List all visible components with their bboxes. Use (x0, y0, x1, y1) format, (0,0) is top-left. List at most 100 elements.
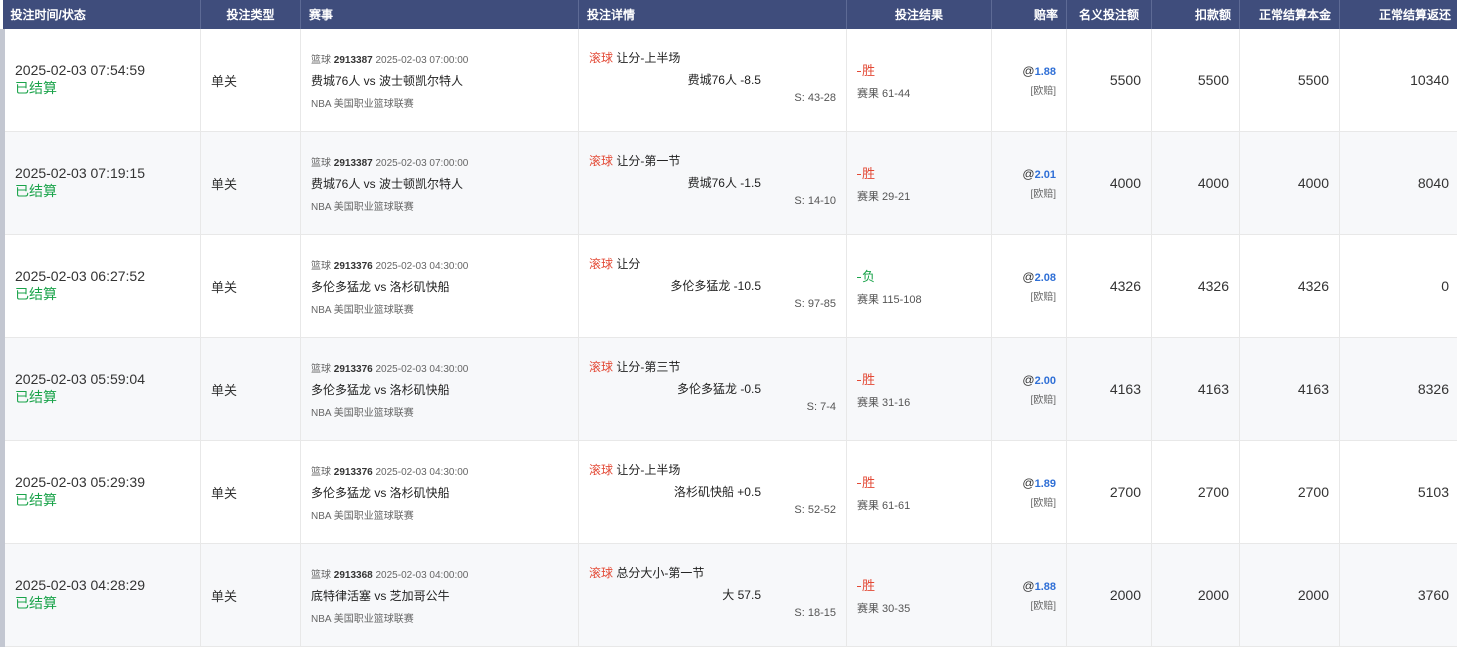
principal-amount: 5500 (1240, 29, 1340, 132)
market-name: 让分-第一节 (616, 154, 680, 168)
league-name: NBA 美国职业篮球联赛 (311, 610, 568, 625)
deduct-amount: 2000 (1152, 544, 1240, 647)
match-time: 2025-02-03 07:00:00 (376, 158, 469, 169)
col-header-deduct[interactable]: 扣款额 (1152, 0, 1240, 29)
odds-type: [欧赔] (1002, 185, 1056, 200)
bet-time: 2025-02-03 07:19:15 (15, 165, 190, 181)
return-amount: 0 (1340, 235, 1457, 338)
return-amount: 8326 (1340, 338, 1457, 441)
odds-cell: @2.00 [欧赔] (992, 338, 1067, 441)
sport-label: 篮球 (311, 364, 331, 375)
bet-time: 2025-02-03 07:54:59 (15, 62, 190, 78)
sport-label: 篮球 (311, 158, 331, 169)
col-header-type[interactable]: 投注类型 (201, 0, 301, 29)
bet-records-page: 投注时间/状态 投注类型 赛事 投注详情 投注结果 赔率 名义投注额 扣款额 正… (0, 0, 1457, 634)
table-body: 2025-02-03 07:54:59 已结算 单关 篮球 2913387 20… (3, 29, 1457, 647)
col-header-nominal[interactable]: 名义投注额 (1067, 0, 1152, 29)
result-dot-icon (857, 586, 861, 587)
sport-label: 篮球 (311, 261, 331, 272)
table-row[interactable]: 2025-02-03 04:28:29 已结算 单关 篮球 2913368 20… (3, 544, 1457, 647)
match-id: 2913376 (334, 261, 373, 272)
principal-amount: 4163 (1240, 338, 1340, 441)
nominal-amount: 2700 (1067, 441, 1152, 544)
bet-type: 单关 (201, 132, 301, 235)
match-teams[interactable]: 多伦多猛龙 vs 洛杉矶快船 (311, 484, 568, 501)
odds-type: [欧赔] (1002, 597, 1056, 612)
match-teams[interactable]: 多伦多猛龙 vs 洛杉矶快船 (311, 381, 568, 398)
principal-amount: 4326 (1240, 235, 1340, 338)
status-badge: 已结算 (15, 284, 190, 304)
market-name: 让分-上半场 (616, 51, 680, 65)
odds-value: 1.88 (1035, 66, 1056, 78)
col-header-result[interactable]: 投注结果 (847, 0, 992, 29)
result-cell: 负 赛果 115-108 (847, 235, 992, 338)
col-header-detail[interactable]: 投注详情 (579, 0, 847, 29)
table-row[interactable]: 2025-02-03 05:59:04 已结算 单关 篮球 2913376 20… (3, 338, 1457, 441)
match-teams[interactable]: 多伦多猛龙 vs 洛杉矶快船 (311, 278, 568, 295)
sport-label: 篮球 (311, 55, 331, 66)
odds-type: [欧赔] (1002, 494, 1056, 509)
bet-pick: 费城76人 -1.5 (688, 174, 761, 191)
table-row[interactable]: 2025-02-03 07:54:59 已结算 单关 篮球 2913387 20… (3, 29, 1457, 132)
col-header-time-status[interactable]: 投注时间/状态 (3, 0, 201, 29)
final-score: 赛果 115-108 (857, 291, 981, 307)
table-row[interactable]: 2025-02-03 06:27:52 已结算 单关 篮球 2913376 20… (3, 235, 1457, 338)
bet-pick: 多伦多猛龙 -10.5 (670, 277, 761, 294)
nominal-amount: 5500 (1067, 29, 1152, 132)
odds-cell: @2.01 [欧赔] (992, 132, 1067, 235)
detail-cell: 滚球 总分大小-第一节 大 57.5 S: 18-15 (579, 544, 847, 647)
market-name: 让分-第三节 (616, 360, 680, 374)
league-name: NBA 美国职业篮球联赛 (311, 301, 568, 316)
match-teams[interactable]: 费城76人 vs 波士顿凯尔特人 (311, 72, 568, 89)
final-score: 赛果 61-61 (857, 497, 981, 513)
time-status-cell: 2025-02-03 05:59:04 已结算 (3, 338, 201, 441)
result-label: 胜 (862, 63, 875, 78)
live-score: S: 97-85 (794, 298, 836, 310)
event-cell: 篮球 2913376 2025-02-03 04:30:00 多伦多猛龙 vs … (301, 338, 579, 441)
live-score: S: 7-4 (807, 401, 836, 413)
time-status-cell: 2025-02-03 05:29:39 已结算 (3, 441, 201, 544)
live-score: S: 52-52 (794, 504, 836, 516)
odds-at: @ (1022, 64, 1034, 78)
live-tag: 滚球 (589, 463, 613, 477)
principal-amount: 2000 (1240, 544, 1340, 647)
match-id: 2913368 (334, 570, 373, 581)
match-id: 2913376 (334, 364, 373, 375)
result-label: 胜 (862, 372, 875, 387)
odds-cell: @1.88 [欧赔] (992, 29, 1067, 132)
final-score: 赛果 61-44 (857, 85, 981, 101)
bet-time: 2025-02-03 05:29:39 (15, 474, 190, 490)
league-name: NBA 美国职业篮球联赛 (311, 404, 568, 419)
col-header-event[interactable]: 赛事 (301, 0, 579, 29)
col-header-return[interactable]: 正常结算返还 (1340, 0, 1457, 29)
time-status-cell: 2025-02-03 06:27:52 已结算 (3, 235, 201, 338)
result-dot-icon (857, 71, 861, 72)
status-badge: 已结算 (15, 387, 190, 407)
odds-at: @ (1022, 476, 1034, 490)
result-dot-icon (857, 380, 861, 381)
odds-cell: @1.88 [欧赔] (992, 544, 1067, 647)
final-score: 赛果 31-16 (857, 394, 981, 410)
table-row[interactable]: 2025-02-03 05:29:39 已结算 单关 篮球 2913376 20… (3, 441, 1457, 544)
result-label: 负 (862, 269, 875, 284)
principal-amount: 4000 (1240, 132, 1340, 235)
event-cell: 篮球 2913387 2025-02-03 07:00:00 费城76人 vs … (301, 132, 579, 235)
bet-records-table: 投注时间/状态 投注类型 赛事 投注详情 投注结果 赔率 名义投注额 扣款额 正… (0, 0, 1457, 647)
table-header: 投注时间/状态 投注类型 赛事 投注详情 投注结果 赔率 名义投注额 扣款额 正… (3, 0, 1457, 29)
col-header-odds[interactable]: 赔率 (992, 0, 1067, 29)
result-label: 胜 (862, 475, 875, 490)
league-name: NBA 美国职业篮球联赛 (311, 95, 568, 110)
nominal-amount: 4000 (1067, 132, 1152, 235)
table-row[interactable]: 2025-02-03 07:19:15 已结算 单关 篮球 2913387 20… (3, 132, 1457, 235)
odds-at: @ (1022, 167, 1034, 181)
sport-label: 篮球 (311, 467, 331, 478)
league-name: NBA 美国职业篮球联赛 (311, 198, 568, 213)
status-badge: 已结算 (15, 78, 190, 98)
col-header-principal[interactable]: 正常结算本金 (1240, 0, 1340, 29)
match-teams[interactable]: 费城76人 vs 波士顿凯尔特人 (311, 175, 568, 192)
match-time: 2025-02-03 04:00:00 (376, 570, 469, 581)
time-status-cell: 2025-02-03 07:19:15 已结算 (3, 132, 201, 235)
match-teams[interactable]: 底特律活塞 vs 芝加哥公牛 (311, 587, 568, 604)
time-status-cell: 2025-02-03 07:54:59 已结算 (3, 29, 201, 132)
return-amount: 10340 (1340, 29, 1457, 132)
